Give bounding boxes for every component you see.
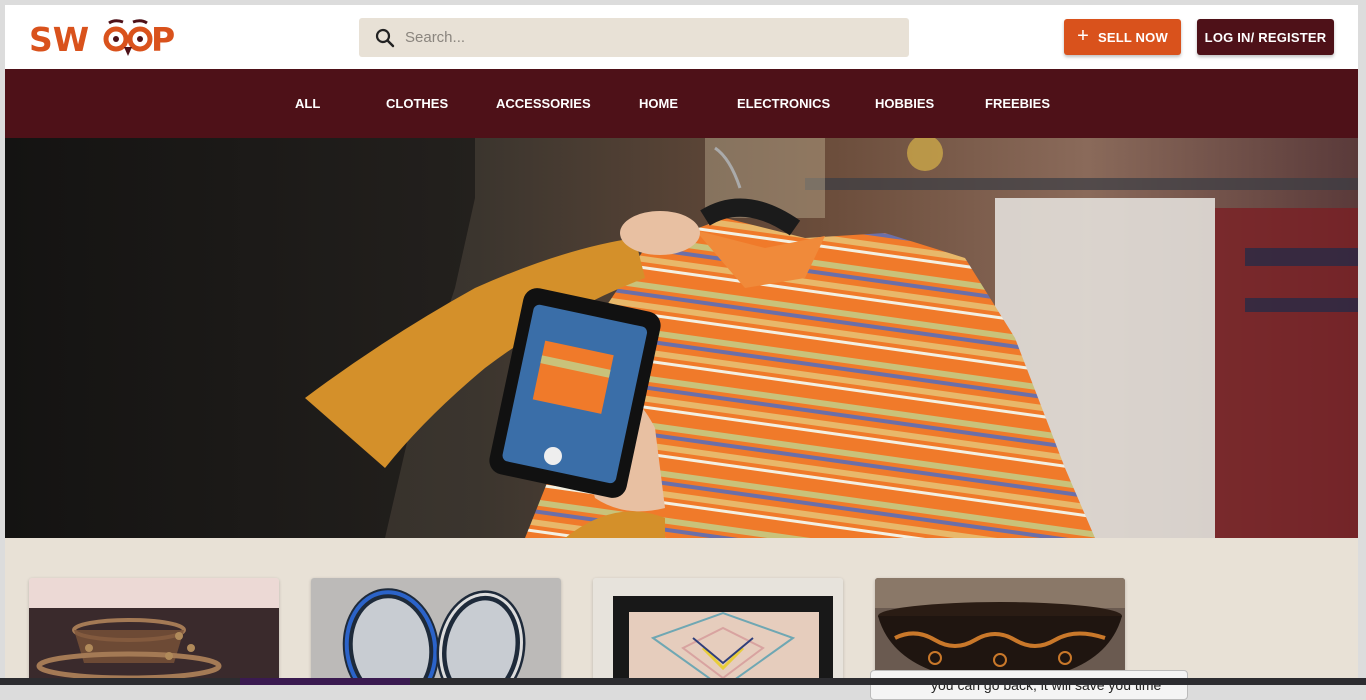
login-register-button[interactable]: LOG IN/ REGISTER <box>1197 19 1334 55</box>
search-input[interactable] <box>405 29 885 46</box>
sell-now-button[interactable]: + SELL NOW <box>1064 19 1181 55</box>
geometric-rug-photo <box>593 578 843 678</box>
logo-text-start: SW <box>29 20 89 59</box>
top-header: SW P + SELL NOW LOG I <box>5 5 1358 69</box>
search-icon <box>375 28 395 47</box>
nav-item-home[interactable]: HOME <box>639 96 678 111</box>
listing-card[interactable] <box>29 578 279 678</box>
listing-card[interactable] <box>593 578 843 678</box>
category-nav: ALL CLOTHES ACCESSORIES HOME ELECTRONICS… <box>5 69 1358 138</box>
plus-icon: + <box>1077 25 1089 47</box>
nav-item-freebies[interactable]: FREEBIES <box>985 96 1050 111</box>
tennis-rackets-photo <box>311 578 561 678</box>
hero-image <box>5 138 1358 538</box>
nav-item-accessories[interactable]: ACCESSORIES <box>496 96 591 111</box>
nav-item-all[interactable]: ALL <box>295 96 320 111</box>
search-bar[interactable] <box>359 18 909 57</box>
nav-item-clothes[interactable]: CLOTHES <box>386 96 448 111</box>
tooltip: you can go back, it will save you time <box>870 670 1188 700</box>
listing-card[interactable] <box>311 578 561 678</box>
login-register-label: LOG IN/ REGISTER <box>1204 29 1327 45</box>
logo-text-end: P <box>151 20 175 59</box>
nav-item-electronics[interactable]: ELECTRONICS <box>737 96 830 111</box>
swoop-logo[interactable]: SW P <box>29 15 179 61</box>
sell-now-label: SELL NOW <box>1097 29 1168 45</box>
page-frame: SW P + SELL NOW LOG I <box>5 5 1358 678</box>
carved-bowl-photo <box>875 578 1125 678</box>
beaded-baskets-photo <box>29 578 279 678</box>
taskbar-app[interactable] <box>240 678 410 685</box>
listing-card[interactable] <box>875 578 1125 678</box>
hero-photo <box>5 138 1358 538</box>
owl-eyes-icon <box>103 19 153 56</box>
nav-item-hobbies[interactable]: HOBBIES <box>875 96 934 111</box>
os-taskbar <box>0 678 1366 685</box>
